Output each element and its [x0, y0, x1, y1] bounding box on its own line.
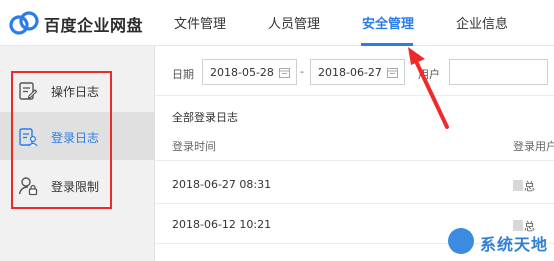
divider — [155, 160, 554, 161]
sidebar-item-label: 登录日志 — [51, 131, 100, 145]
section-title: 全部登录日志 — [172, 111, 238, 124]
date-label: 日期 — [172, 68, 194, 81]
table-row-time: 2018-06-27 08:31 — [172, 178, 272, 191]
watermark-logo-icon — [448, 228, 474, 254]
sidebar-item-login-restriction[interactable]: 登录限制 — [0, 161, 155, 209]
calendar-icon[interactable] — [279, 67, 290, 78]
operation-log-icon — [19, 82, 38, 100]
watermark: 系统天地 — [440, 225, 552, 259]
sidebar-item-label: 登录限制 — [51, 180, 100, 194]
date-range-separator: - — [300, 65, 304, 78]
sidebar: 操作日志 登录日志 登录限制 — [0, 46, 155, 261]
nav-tab-user-management[interactable]: 人员管理 — [268, 13, 320, 32]
baidu-cloud-logo-icon[interactable] — [8, 8, 41, 38]
start-date-value: 2018-05-28 — [210, 66, 274, 79]
login-log-icon — [19, 128, 38, 147]
sidebar-item-operation-log[interactable]: 操作日志 — [0, 66, 155, 114]
user-filter-input[interactable] — [449, 59, 548, 85]
end-date-input[interactable]: 2018-06-27 — [310, 59, 405, 85]
sidebar-item-login-log[interactable]: 登录日志 — [0, 112, 155, 160]
sidebar-item-label: 操作日志 — [51, 85, 100, 99]
login-restriction-icon — [18, 177, 38, 196]
brand-name[interactable]: 百度企业网盘 — [44, 12, 143, 36]
watermark-text: 系统天地 — [480, 235, 549, 254]
column-header-login-time: 登录时间 — [172, 140, 216, 153]
table-row-time: 2018-06-12 10:21 — [172, 218, 272, 231]
column-header-login-user: 登录用户 — [513, 140, 554, 153]
calendar-icon[interactable] — [387, 67, 398, 78]
table-row-user: 总 — [513, 178, 535, 194]
divider — [155, 203, 554, 204]
nav-tab-security-management[interactable]: 安全管理 — [362, 13, 414, 32]
start-date-input[interactable]: 2018-05-28 — [202, 59, 297, 85]
end-date-value: 2018-06-27 — [318, 66, 382, 79]
table-row-user-text: 总 — [524, 180, 535, 193]
redacted-block — [513, 180, 523, 191]
top-header: 百度企业网盘 文件管理 人员管理 安全管理 企业信息 — [0, 0, 554, 46]
annotation-arrow-icon — [408, 47, 449, 129]
nav-tab-file-management[interactable]: 文件管理 — [174, 13, 226, 32]
nav-tab-enterprise-info[interactable]: 企业信息 — [456, 13, 508, 32]
